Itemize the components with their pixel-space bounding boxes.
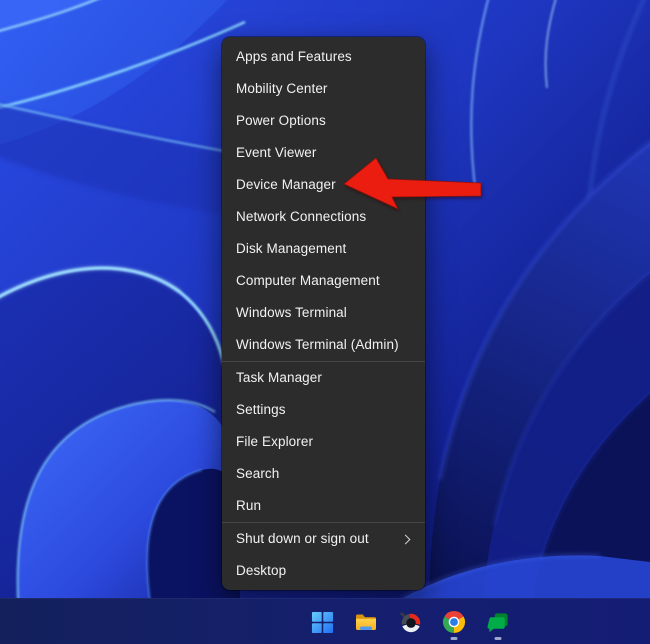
menu-item-label: File Explorer — [236, 434, 314, 449]
menu-item-label: Network Connections — [236, 209, 367, 224]
start-button[interactable] — [309, 602, 335, 642]
running-indicator — [494, 637, 502, 640]
chrome-button[interactable] — [441, 602, 467, 642]
menu-item-label: Windows Terminal (Admin) — [236, 337, 399, 352]
menu-item-task-manager[interactable]: Task Manager — [222, 362, 425, 394]
ring-app-icon — [400, 612, 421, 633]
menu-item-label: Search — [236, 466, 280, 481]
chat-icon — [486, 612, 508, 632]
menu-item-label: Power Options — [236, 113, 326, 128]
menu-item-event-viewer[interactable]: Event Viewer — [222, 137, 425, 169]
menu-item-shut-down-or-sign-out[interactable]: Shut down or sign out — [222, 523, 425, 555]
menu-item-label: Windows Terminal — [236, 305, 347, 320]
menu-item-disk-management[interactable]: Disk Management — [222, 233, 425, 265]
folder-icon — [356, 614, 376, 630]
menu-item-label: Event Viewer — [236, 145, 317, 160]
file-explorer-button[interactable] — [353, 602, 379, 642]
menu-item-label: Device Manager — [236, 177, 336, 192]
windows-logo-icon — [311, 611, 333, 633]
menu-item-label: Computer Management — [236, 273, 380, 288]
menu-item-label: Shut down or sign out — [236, 531, 369, 546]
ring-app-button[interactable] — [397, 602, 423, 642]
menu-item-search[interactable]: Search — [222, 458, 425, 490]
menu-item-computer-management[interactable]: Computer Management — [222, 265, 425, 297]
menu-item-apps-and-features[interactable]: Apps and Features — [222, 41, 425, 73]
running-indicator — [450, 637, 458, 640]
menu-item-label: Settings — [236, 402, 286, 417]
winx-context-menu: Apps and Features Mobility Center Power … — [222, 37, 425, 590]
taskbar — [0, 598, 650, 644]
menu-item-windows-terminal[interactable]: Windows Terminal — [222, 297, 425, 329]
menu-item-label: Mobility Center — [236, 81, 328, 96]
menu-item-run[interactable]: Run — [222, 490, 425, 522]
menu-item-settings[interactable]: Settings — [222, 394, 425, 426]
menu-item-file-explorer[interactable]: File Explorer — [222, 426, 425, 458]
menu-item-device-manager[interactable]: Device Manager — [222, 169, 425, 201]
menu-item-label: Apps and Features — [236, 49, 352, 64]
menu-item-label: Disk Management — [236, 241, 347, 256]
menu-item-windows-terminal-admin[interactable]: Windows Terminal (Admin) — [222, 329, 425, 361]
chat-button[interactable] — [485, 602, 511, 642]
chevron-right-icon — [400, 534, 411, 544]
menu-item-label: Task Manager — [236, 370, 322, 385]
menu-item-desktop[interactable]: Desktop — [222, 555, 425, 587]
desktop: Apps and Features Mobility Center Power … — [0, 0, 650, 644]
chrome-icon — [442, 610, 466, 633]
menu-item-label: Run — [236, 498, 262, 513]
menu-item-network-connections[interactable]: Network Connections — [222, 201, 425, 233]
menu-item-power-options[interactable]: Power Options — [222, 105, 425, 137]
menu-item-mobility-center[interactable]: Mobility Center — [222, 73, 425, 105]
menu-item-label: Desktop — [236, 563, 287, 578]
taskbar-icon-row — [309, 599, 511, 644]
